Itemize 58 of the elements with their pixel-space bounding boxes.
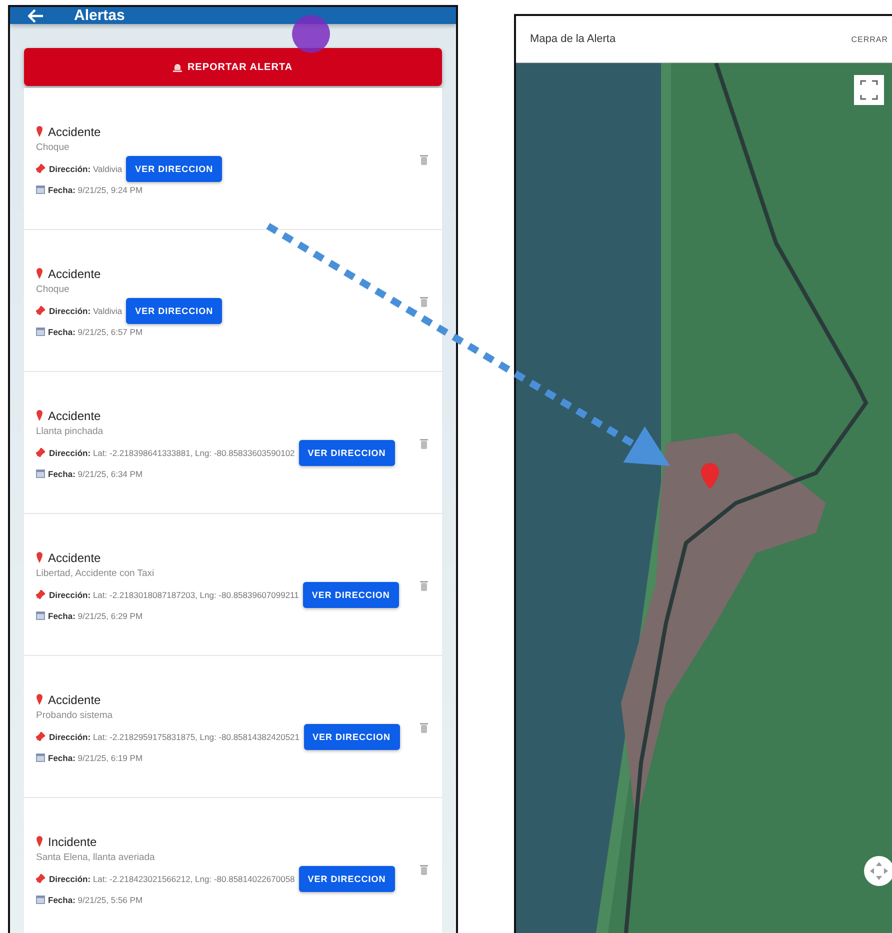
alert-address: Dirección: Valdivia [49,164,122,174]
alert-description: Libertad, Accidente con Taxi [36,568,156,578]
calendar-icon [36,185,45,194]
trash-icon[interactable] [420,438,428,449]
location-pin-icon[interactable] [701,463,719,489]
view-address-button[interactable]: VER DIRECCION [126,298,222,324]
touch-indicator [292,15,330,53]
pin-icon [36,410,43,421]
view-address-button[interactable]: VER DIRECCION [298,440,395,466]
alert-date: Fecha: 9/21/25, 9:24 PM [48,184,143,194]
alert-date: Fecha: 9/21/25, 6:34 PM [48,468,143,478]
alert-date: Fecha: 9/21/25, 5:56 PM [48,894,143,904]
trash-icon[interactable] [420,580,428,591]
trash-icon[interactable] [420,154,428,165]
trash-icon[interactable] [420,722,428,733]
view-address-button[interactable]: VER DIRECCION [302,582,399,608]
pin-icon [36,126,43,137]
alert-date: Fecha: 9/21/25, 6:57 PM [48,326,143,336]
trash-icon[interactable] [420,864,428,875]
back-arrow-icon[interactable] [28,8,44,22]
alert-address: Dirección: Lat: -2.218423021566212, Lng: -80.85814022670058 [49,874,295,884]
calendar-icon [36,895,45,904]
trash-icon[interactable] [420,296,428,307]
alert-description: Llanta pinchada [36,426,104,436]
calendar-icon [36,611,45,620]
alert-description: Probando sistema [36,710,114,720]
view-address-button[interactable]: VER DIRECCION [298,866,395,892]
calendar-icon [36,753,45,762]
pin-icon [36,836,43,847]
alert-description: Choque [36,284,70,294]
alert-type: Accidente [48,550,101,564]
alert-type: Accidente [48,408,101,422]
fullscreen-icon[interactable] [854,75,884,105]
alert-address: Dirección: Valdivia [49,306,122,316]
view-address-button[interactable]: VER DIRECCION [126,156,222,182]
calendar-icon [36,327,45,336]
alert-date: Fecha: 9/21/25, 6:19 PM [48,752,143,762]
alert-description: Santa Elena, llanta averiada [36,852,156,862]
app-bar-title: Alertas [74,7,125,24]
alert-address: Dirección: Lat: -2.218398641333881, Lng: -80.85833603590102 [49,448,295,458]
alert-description: Choque [36,142,70,152]
pin-icon [36,552,43,563]
alert-date: Fecha: 9/21/25, 6:29 PM [48,610,143,620]
dialog-title: Mapa de la Alerta [530,33,616,45]
alert-type: Accidente [48,266,101,280]
alert-address: Dirección: Lat: -2.2183018087187203, Lng: -80.85839607099211 [49,590,299,600]
locate-icon[interactable] [864,856,892,886]
alert-type: Accidente [48,692,101,706]
close-button[interactable]: CERRAR [847,28,892,50]
pin-icon [36,694,43,705]
calendar-icon [36,469,45,478]
alert-type: Accidente [48,124,101,138]
report-alert-button[interactable]: REPORTAR ALERTA [24,48,442,86]
alert-address: Dirección: Lat: -2.2182959175831875, Lng: -80.85814382420521 [49,732,300,742]
alarm-icon [173,62,182,72]
alert-type: Incidente [48,834,97,848]
view-address-button[interactable]: VER DIRECCION [304,724,400,750]
pin-icon [36,268,43,279]
